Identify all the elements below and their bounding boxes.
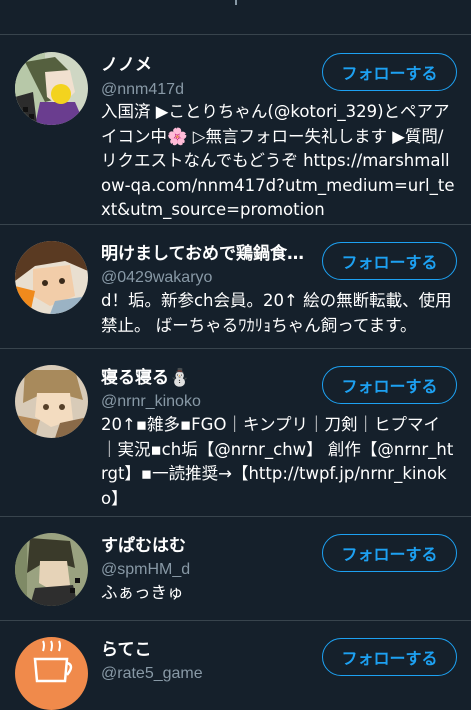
user-name[interactable]: ノノメ: [101, 54, 313, 76]
follow-button[interactable]: フォローする: [322, 53, 457, 91]
anime-character-avatar: [15, 365, 88, 438]
user-name[interactable]: 寝る寝る⛄: [101, 367, 313, 389]
top-indicator: [235, 0, 237, 5]
user-handle[interactable]: @nrnr_kinoko: [101, 392, 201, 412]
follow-button[interactable]: フォローする: [322, 638, 457, 676]
user-bio: ふぁっきゅ: [101, 583, 184, 602]
avatar[interactable]: [15, 365, 88, 438]
user-row[interactable]: らてこ @rate5_game フォローする: [0, 621, 471, 710]
follow-button[interactable]: フォローする: [322, 242, 457, 280]
anime-character-avatar: [15, 533, 88, 606]
user-row[interactable]: すぱむはむ @spmHM_d ふぁっきゅ フォローする: [0, 517, 471, 621]
user-handle[interactable]: @rate5_game: [101, 664, 203, 684]
user-bio: 20↑▪雑多▪FGO｜キンプリ｜刀剣｜ヒプマイ｜実況▪ch垢【@nrnr_chw…: [101, 415, 454, 508]
user-name[interactable]: すぱむはむ: [101, 535, 313, 557]
user-name[interactable]: 明けましておめで鶏鍋食べ...: [101, 243, 313, 265]
follow-button[interactable]: フォローする: [322, 366, 457, 404]
anime-character-avatar: [15, 241, 88, 314]
coffee-cup-avatar: [15, 637, 88, 710]
user-row[interactable]: ノノメ @nnm417d 入国済 ▶ことりちゃん(@kotori_329)とペア…: [0, 35, 471, 225]
user-row[interactable]: 明けましておめで鶏鍋食べ... @0429wakaryo d！垢。新参ch会員。…: [0, 225, 471, 349]
avatar[interactable]: [15, 52, 88, 125]
user-row[interactable]: 寝る寝る⛄ @nrnr_kinoko 20↑▪雑多▪FGO｜キンプリ｜刀剣｜ヒプ…: [0, 349, 471, 517]
user-name[interactable]: らてこ: [101, 639, 313, 661]
avatar[interactable]: [15, 637, 88, 710]
user-bio: 入国済 ▶ことりちゃん(@kotori_329)とペアアイコン中🌸 ▷無言フォロ…: [101, 102, 455, 219]
follow-button[interactable]: フォローする: [322, 534, 457, 572]
user-handle[interactable]: @nnm417d: [101, 80, 184, 100]
user-handle[interactable]: @0429wakaryo: [101, 268, 212, 288]
user-handle[interactable]: @spmHM_d: [101, 560, 190, 580]
avatar[interactable]: [15, 241, 88, 314]
avatar[interactable]: [15, 533, 88, 606]
anime-character-avatar: [15, 52, 88, 125]
top-bar: [0, 0, 471, 35]
user-bio: d！垢。新参ch会員。20↑ 絵の無断転載、使用禁止。 ばーちゃるﾜｶﾘｮちゃん…: [101, 291, 452, 335]
